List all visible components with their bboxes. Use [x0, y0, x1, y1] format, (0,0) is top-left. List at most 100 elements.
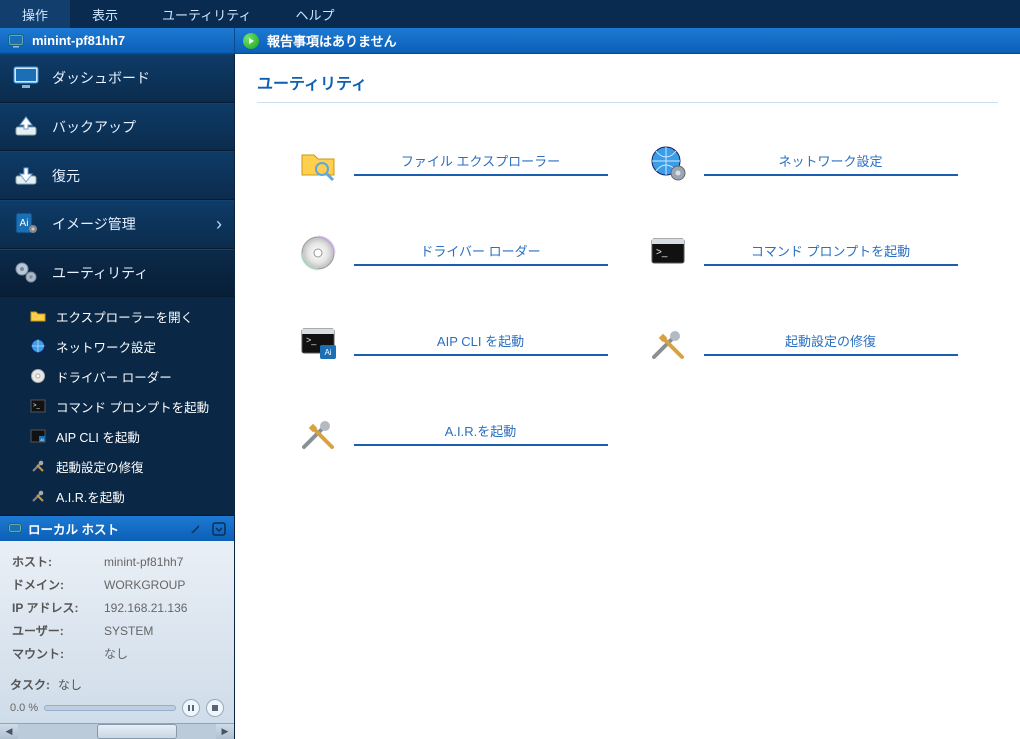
util-launch-cmd[interactable]: >_ コマンド プロンプトを起動	[648, 233, 958, 273]
util-repair-boot[interactable]: 起動設定の修復	[648, 323, 958, 363]
svg-text:>_: >_	[656, 247, 668, 258]
scroll-left-button[interactable]: ◀	[0, 724, 18, 739]
sub-open-explorer[interactable]: エクスプローラーを開く	[0, 301, 234, 331]
monitor-icon	[12, 64, 40, 92]
localhost-info-table: ホスト:minint-pf81hh7 ドメイン:WORKGROUP IP アドレ…	[10, 549, 224, 666]
nav-dashboard-label: ダッシュボード	[52, 68, 150, 88]
pin-button[interactable]	[186, 520, 204, 538]
sub-launch-air[interactable]: A.I.R.を起動	[0, 481, 234, 511]
globe-gear-icon	[648, 143, 688, 183]
host-segment: minint-pf81hh7	[0, 28, 235, 53]
svg-text:Ai: Ai	[20, 218, 29, 229]
row-domain: ドメイン:WORKGROUP	[12, 574, 222, 595]
util-launch-cmd-label: コマンド プロンプトを起動	[704, 241, 958, 266]
sub-repair-boot[interactable]: 起動設定の修復	[0, 451, 234, 481]
terminal-ai-icon: Ai	[30, 428, 46, 444]
row-ip: IP アドレス:192.168.21.136	[12, 597, 222, 618]
localhost-panel-header: ローカル ホスト	[0, 516, 234, 541]
nav-backup[interactable]: バックアップ	[0, 103, 234, 152]
progress-line: 0.0 %	[10, 699, 224, 717]
sub-network-settings-label: ネットワーク設定	[56, 337, 156, 356]
localhost-panel-title: ローカル ホスト	[28, 519, 119, 538]
sub-driver-loader[interactable]: ドライバー ローダー	[0, 361, 234, 391]
util-driver-loader[interactable]: ドライバー ローダー	[298, 233, 608, 273]
sub-launch-cmd[interactable]: >_ コマンド プロンプトを起動	[0, 391, 234, 421]
sidebar-scrollbar[interactable]: ◀ ▶	[0, 723, 234, 739]
nav-image-management[interactable]: Ai イメージ管理 ›	[0, 200, 234, 249]
util-network-settings-label: ネットワーク設定	[704, 151, 958, 176]
svg-text:>_: >_	[33, 403, 41, 409]
progress-text: 0.0 %	[10, 702, 38, 714]
scroll-right-button[interactable]: ▶	[216, 724, 234, 739]
nav-utilities[interactable]: ユーティリティ	[0, 249, 234, 298]
util-file-explorer[interactable]: ファイル エクスプローラー	[298, 143, 608, 183]
sub-launch-air-label: A.I.R.を起動	[56, 487, 125, 506]
util-launch-air[interactable]: A.I.R.を起動	[298, 413, 608, 453]
sub-launch-aip-cli[interactable]: Ai AIP CLI を起動	[0, 421, 234, 451]
sub-network-settings[interactable]: ネットワーク設定	[0, 331, 234, 361]
nav-utilities-label: ユーティリティ	[52, 263, 148, 283]
util-launch-air-label: A.I.R.を起動	[354, 421, 608, 446]
menu-view[interactable]: 表示	[70, 0, 140, 28]
nav-image-management-label: イメージ管理	[52, 214, 136, 234]
host-name-label: minint-pf81hh7	[32, 33, 125, 48]
terminal-icon: >_	[648, 233, 688, 273]
menu-bar: 操作 表示 ユーティリティ ヘルプ	[0, 0, 1020, 28]
content-title: ユーティリティ	[257, 64, 998, 103]
status-segment: 報告事項はありません	[235, 28, 1020, 53]
restore-icon	[12, 162, 40, 190]
tools-icon	[30, 488, 46, 504]
terminal-icon: >_	[30, 398, 46, 414]
status-ok-icon	[243, 33, 259, 49]
utilities-grid: ファイル エクスプローラー ネットワーク設定 ドライバー ローダー >_ コマン…	[298, 143, 958, 453]
util-network-settings[interactable]: ネットワーク設定	[648, 143, 958, 183]
sub-driver-loader-label: ドライバー ローダー	[56, 367, 172, 386]
svg-text:Ai: Ai	[40, 437, 44, 442]
menu-help[interactable]: ヘルプ	[273, 0, 356, 28]
disc-icon	[298, 233, 338, 273]
stop-button[interactable]	[206, 699, 224, 717]
terminal-ai-icon: >_Ai	[298, 323, 338, 363]
progress-bar	[44, 705, 176, 711]
tools-icon	[648, 323, 688, 363]
utilities-submenu: エクスプローラーを開く ネットワーク設定 ドライバー ローダー >_ コマンド …	[0, 297, 234, 516]
util-launch-aip-cli-label: AIP CLI を起動	[354, 331, 608, 356]
menu-operations[interactable]: 操作	[0, 0, 70, 28]
chevron-right-icon: ›	[216, 214, 222, 235]
row-mount: マウント:なし	[12, 643, 222, 664]
util-driver-loader-label: ドライバー ローダー	[354, 241, 608, 266]
pause-button[interactable]	[182, 699, 200, 717]
task-label: タスク:	[10, 676, 50, 693]
host-icon	[8, 33, 24, 49]
tools-icon	[298, 413, 338, 453]
disc-icon	[30, 368, 46, 384]
util-launch-aip-cli[interactable]: >_Ai AIP CLI を起動	[298, 323, 608, 363]
sub-launch-cmd-label: コマンド プロンプトを起動	[56, 397, 209, 416]
scroll-thumb[interactable]	[97, 724, 177, 739]
nav-restore[interactable]: 復元	[0, 151, 234, 200]
host-icon	[8, 522, 22, 536]
row-host: ホスト:minint-pf81hh7	[12, 551, 222, 572]
task-value: なし	[58, 676, 82, 693]
util-file-explorer-label: ファイル エクスプローラー	[354, 151, 608, 176]
gears-icon	[12, 259, 40, 287]
nav-dashboard[interactable]: ダッシュボード	[0, 54, 234, 103]
backup-icon	[12, 113, 40, 141]
menu-utilities[interactable]: ユーティリティ	[140, 0, 273, 28]
svg-text:>_: >_	[306, 335, 317, 345]
scroll-track[interactable]	[18, 724, 216, 739]
row-user: ユーザー:SYSTEM	[12, 620, 222, 641]
sub-open-explorer-label: エクスプローラーを開く	[56, 307, 193, 326]
folder-search-icon	[298, 143, 338, 183]
globe-icon	[30, 338, 46, 354]
info-bar: minint-pf81hh7 報告事項はありません	[0, 28, 1020, 54]
status-text: 報告事項はありません	[267, 31, 397, 50]
folder-icon	[30, 308, 46, 324]
nav-backup-label: バックアップ	[52, 117, 136, 137]
image-mgmt-icon: Ai	[12, 210, 40, 238]
sub-launch-aip-cli-label: AIP CLI を起動	[56, 427, 140, 446]
collapse-button[interactable]	[210, 520, 228, 538]
util-repair-boot-label: 起動設定の修復	[704, 331, 958, 356]
sub-repair-boot-label: 起動設定の修復	[56, 457, 144, 476]
sidebar: ダッシュボード バックアップ 復元 Ai イメージ管理 › ユーティリ	[0, 54, 235, 739]
